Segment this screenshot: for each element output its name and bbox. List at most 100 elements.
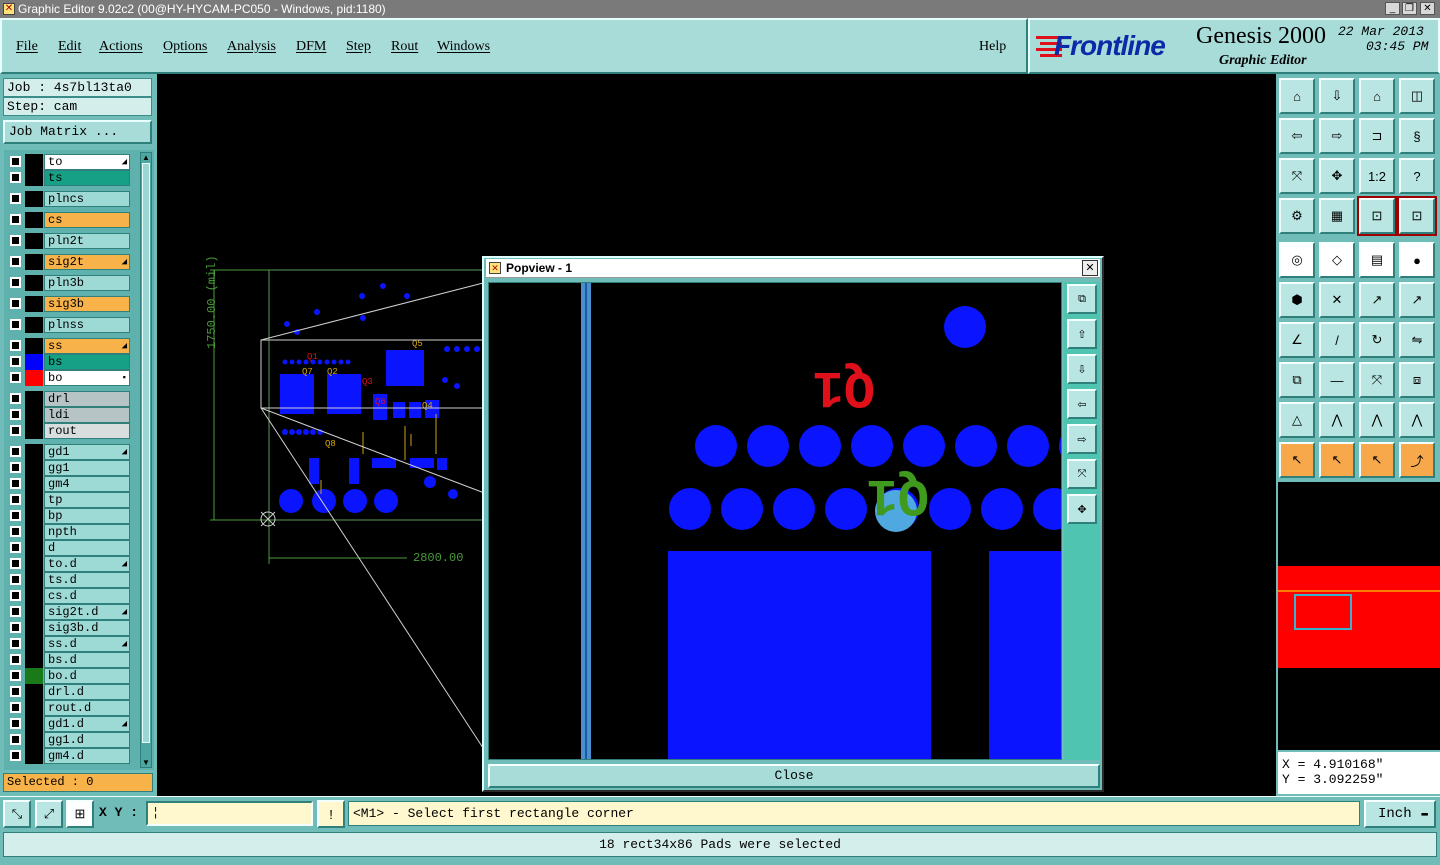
layer-name[interactable]: pln3b xyxy=(44,275,130,291)
layer-color-swatch[interactable] xyxy=(25,275,43,291)
layer-checkbox[interactable] xyxy=(10,734,21,745)
layer-color-swatch[interactable] xyxy=(25,338,43,354)
connect-icon[interactable]: ⬢ xyxy=(1279,282,1315,318)
popview-canvas[interactable]: Q1 Q1 xyxy=(488,282,1062,760)
menu-edit[interactable]: Edit xyxy=(58,39,81,55)
layer-name[interactable]: cs xyxy=(44,212,130,228)
help-icon[interactable]: ? xyxy=(1399,158,1435,194)
layer-row-bs-d[interactable]: bs.d xyxy=(8,652,130,668)
layer-color-swatch[interactable] xyxy=(25,296,43,312)
layer-name[interactable]: npth xyxy=(44,524,130,540)
layer-checkbox[interactable] xyxy=(10,462,21,473)
layer-row-plnss[interactable]: plnss xyxy=(8,317,130,333)
layer-row-ts-d[interactable]: ts.d xyxy=(8,572,130,588)
popview-zoom-out-icon[interactable]: ⤧ xyxy=(1067,459,1097,489)
layer-row-npth[interactable]: npth xyxy=(8,524,130,540)
popview-pan-left-icon[interactable]: ⇦ xyxy=(1067,389,1097,419)
scroll-up-icon[interactable]: ▲ xyxy=(142,153,150,162)
layer-color-swatch[interactable] xyxy=(25,524,43,540)
layer-row-rout-d[interactable]: rout.d xyxy=(8,700,130,716)
layer-name[interactable]: gm4.d xyxy=(44,748,130,764)
popview-pan-icon[interactable]: ⧉ xyxy=(1067,284,1097,314)
layer-color-swatch[interactable] xyxy=(25,154,43,170)
layer-row-sig2t[interactable]: sig2t ◢ xyxy=(8,254,130,270)
layer-name[interactable]: gd1 ◢ xyxy=(44,444,130,460)
layer-name[interactable]: d xyxy=(44,540,130,556)
layer-row-gg1[interactable]: gg1 xyxy=(8,460,130,476)
layer-row-gd1[interactable]: gd1 ◢ xyxy=(8,444,130,460)
layer-name[interactable]: drl xyxy=(44,391,130,407)
layer-row-plncs[interactable]: plncs xyxy=(8,191,130,207)
layer-color-swatch[interactable] xyxy=(25,317,43,333)
layer-color-swatch[interactable] xyxy=(25,700,43,716)
units-select[interactable]: Inch ▬ xyxy=(1364,800,1436,828)
layer-color-swatch[interactable] xyxy=(25,652,43,668)
layer-color-swatch[interactable] xyxy=(25,354,43,370)
layer-name[interactable]: sig2t.d ◢ xyxy=(44,604,130,620)
menu-file[interactable]: File xyxy=(16,39,38,55)
layer-color-swatch[interactable] xyxy=(25,444,43,460)
layer-color-swatch[interactable] xyxy=(25,748,43,764)
layer-checkbox[interactable] xyxy=(10,356,21,367)
layer-color-swatch[interactable] xyxy=(25,370,43,386)
layer-color-swatch[interactable] xyxy=(25,540,43,556)
layer-color-swatch[interactable] xyxy=(25,492,43,508)
net-alt-icon[interactable]: ⊡ xyxy=(1397,196,1437,236)
layer-checkbox[interactable] xyxy=(10,319,21,330)
pad-add-icon[interactable]: ◎ xyxy=(1279,242,1315,278)
layer-color-swatch[interactable] xyxy=(25,716,43,732)
layer-name[interactable]: plnss xyxy=(44,317,130,333)
layer-row-to[interactable]: to ◢ xyxy=(8,154,130,170)
layer-checkbox[interactable] xyxy=(10,638,21,649)
arch-alt-icon[interactable]: ⋀ xyxy=(1359,402,1395,438)
layer-name[interactable]: cs.d xyxy=(44,588,130,604)
menu-options[interactable]: Options xyxy=(163,39,207,55)
ratio-icon[interactable]: 1:2 xyxy=(1359,158,1395,194)
layer-checkbox[interactable] xyxy=(10,654,21,665)
layer-checkbox[interactable] xyxy=(10,256,21,267)
layer-row-bp[interactable]: bp xyxy=(8,508,130,524)
layer-name[interactable]: bs.d xyxy=(44,652,130,668)
mini-map-viewport[interactable] xyxy=(1294,594,1352,630)
circle-icon[interactable]: ● xyxy=(1399,242,1435,278)
layer-color-swatch[interactable] xyxy=(25,684,43,700)
layer-row-gd1-d[interactable]: gd1.d ◢ xyxy=(8,716,130,732)
menu-help[interactable]: Help xyxy=(979,39,1006,55)
triangle-icon[interactable]: △ xyxy=(1279,402,1315,438)
align-icon[interactable]: ⤧ xyxy=(1359,362,1395,398)
layer-checkbox[interactable] xyxy=(10,409,21,420)
zoom-home-icon[interactable]: ⌂ xyxy=(1279,78,1315,114)
layer-row-ldi[interactable]: ldi xyxy=(8,407,130,423)
layer-row-cs[interactable]: cs xyxy=(8,212,130,228)
layer-name[interactable]: gg1.d xyxy=(44,732,130,748)
menu-actions[interactable]: Actions xyxy=(99,39,143,55)
layer-color-swatch[interactable] xyxy=(25,572,43,588)
menu-rout[interactable]: Rout xyxy=(391,39,418,55)
pointer-select-icon[interactable]: ↖ xyxy=(1359,442,1395,478)
net-icon[interactable]: ⊡ xyxy=(1357,196,1397,236)
layer-row-ss-d[interactable]: ss.d ◢ xyxy=(8,636,130,652)
layer-checkbox[interactable] xyxy=(10,214,21,225)
layer-name[interactable]: gg1 xyxy=(44,460,130,476)
popview-zoom-view[interactable]: Q1 Q1 xyxy=(489,283,1062,760)
close-window-button[interactable]: ✕ xyxy=(1420,2,1435,15)
layer-color-swatch[interactable] xyxy=(25,732,43,748)
scroll-down-icon[interactable]: ▼ xyxy=(142,758,150,767)
layer-color-swatch[interactable] xyxy=(25,407,43,423)
zoom-in-icon[interactable]: ✥ xyxy=(1319,158,1355,194)
line-add-icon[interactable]: ◇ xyxy=(1319,242,1355,278)
layer-row-sig2t-d[interactable]: sig2t.d ◢ xyxy=(8,604,130,620)
layer-color-swatch[interactable] xyxy=(25,476,43,492)
group-icon[interactable]: ⧈ xyxy=(1399,362,1435,398)
popview-zoom-in-icon[interactable]: ✥ xyxy=(1067,494,1097,524)
layer-checkbox[interactable] xyxy=(10,606,21,617)
layer-name[interactable]: ts xyxy=(44,170,130,186)
layer-checkbox[interactable] xyxy=(10,510,21,521)
popview-pan-right-icon[interactable]: ⇨ xyxy=(1067,424,1097,454)
layer-row-tp[interactable]: tp xyxy=(8,492,130,508)
popview-close-button[interactable]: Close xyxy=(488,764,1100,788)
layer-checkbox[interactable] xyxy=(10,702,21,713)
snap-icon[interactable]: ⤡ xyxy=(3,800,31,828)
layer-color-swatch[interactable] xyxy=(25,423,43,439)
layer-name[interactable]: gd1.d ◢ xyxy=(44,716,130,732)
